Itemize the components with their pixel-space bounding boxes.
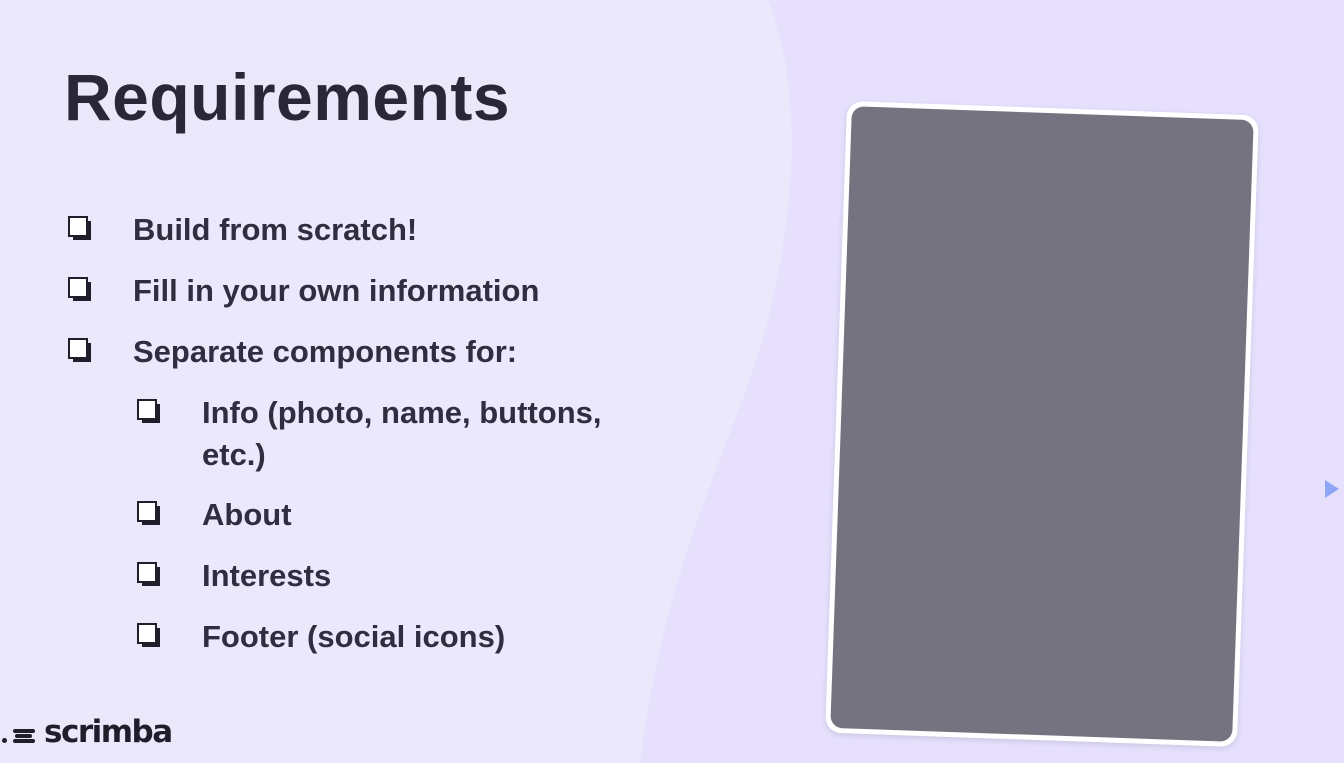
list-item: Footer (social icons)	[137, 616, 505, 658]
pointer-arrow-icon	[1325, 480, 1339, 498]
list-item: Fill in your own information	[68, 270, 539, 312]
scrimba-logo[interactable]: scrimba	[0, 712, 173, 752]
checkbox-icon	[137, 623, 160, 647]
checkbox-icon	[68, 277, 91, 301]
list-item-label: Interests	[202, 558, 332, 593]
checkbox-icon	[137, 399, 160, 423]
card-preview-placeholder	[830, 106, 1254, 742]
card-preview-frame	[825, 101, 1259, 747]
slide-title: Requirements	[64, 60, 511, 134]
scrimba-logo-mark-icon	[0, 712, 40, 752]
list-item: About	[137, 494, 292, 536]
scrimba-logo-text: scrimba	[44, 713, 173, 750]
checkbox-icon	[137, 562, 160, 586]
list-item-label: Build from scratch!	[133, 212, 418, 247]
checkbox-icon	[68, 216, 91, 240]
list-item-label: Info (photo, name, buttons, etc.)	[202, 395, 602, 472]
list-item: Build from scratch!	[68, 209, 417, 251]
list-item: Interests	[137, 555, 331, 597]
list-item-label: Fill in your own information	[133, 273, 540, 308]
presentation-slide: Requirements Build from scratch! Fill in…	[0, 0, 1344, 763]
checkbox-icon	[68, 338, 91, 362]
list-item: Info (photo, name, buttons, etc.)	[137, 392, 672, 476]
checkbox-icon	[137, 501, 160, 525]
list-item: Separate components for:	[68, 331, 517, 373]
list-item-label: Separate components for:	[133, 334, 518, 369]
list-item-label: About	[202, 497, 292, 532]
list-item-label: Footer (social icons)	[202, 619, 506, 654]
